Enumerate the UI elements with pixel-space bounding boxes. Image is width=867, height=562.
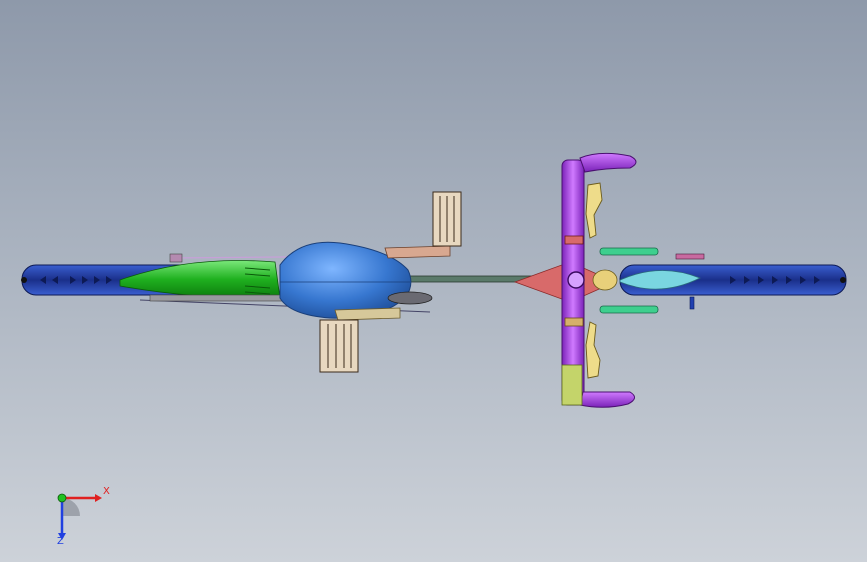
front-axle-nut — [689, 296, 695, 310]
z-axis-label: Z — [57, 536, 64, 547]
x-axis-label: X — [103, 486, 110, 497]
graphics-viewport[interactable]: X Y Z — [0, 0, 867, 562]
upper-pedal[interactable] — [384, 191, 462, 259]
chainring[interactable] — [387, 291, 433, 305]
orientation-triad: X Y Z — [40, 478, 120, 548]
bicycle-model-top-view[interactable] — [0, 0, 867, 562]
front-reflector — [675, 253, 705, 260]
